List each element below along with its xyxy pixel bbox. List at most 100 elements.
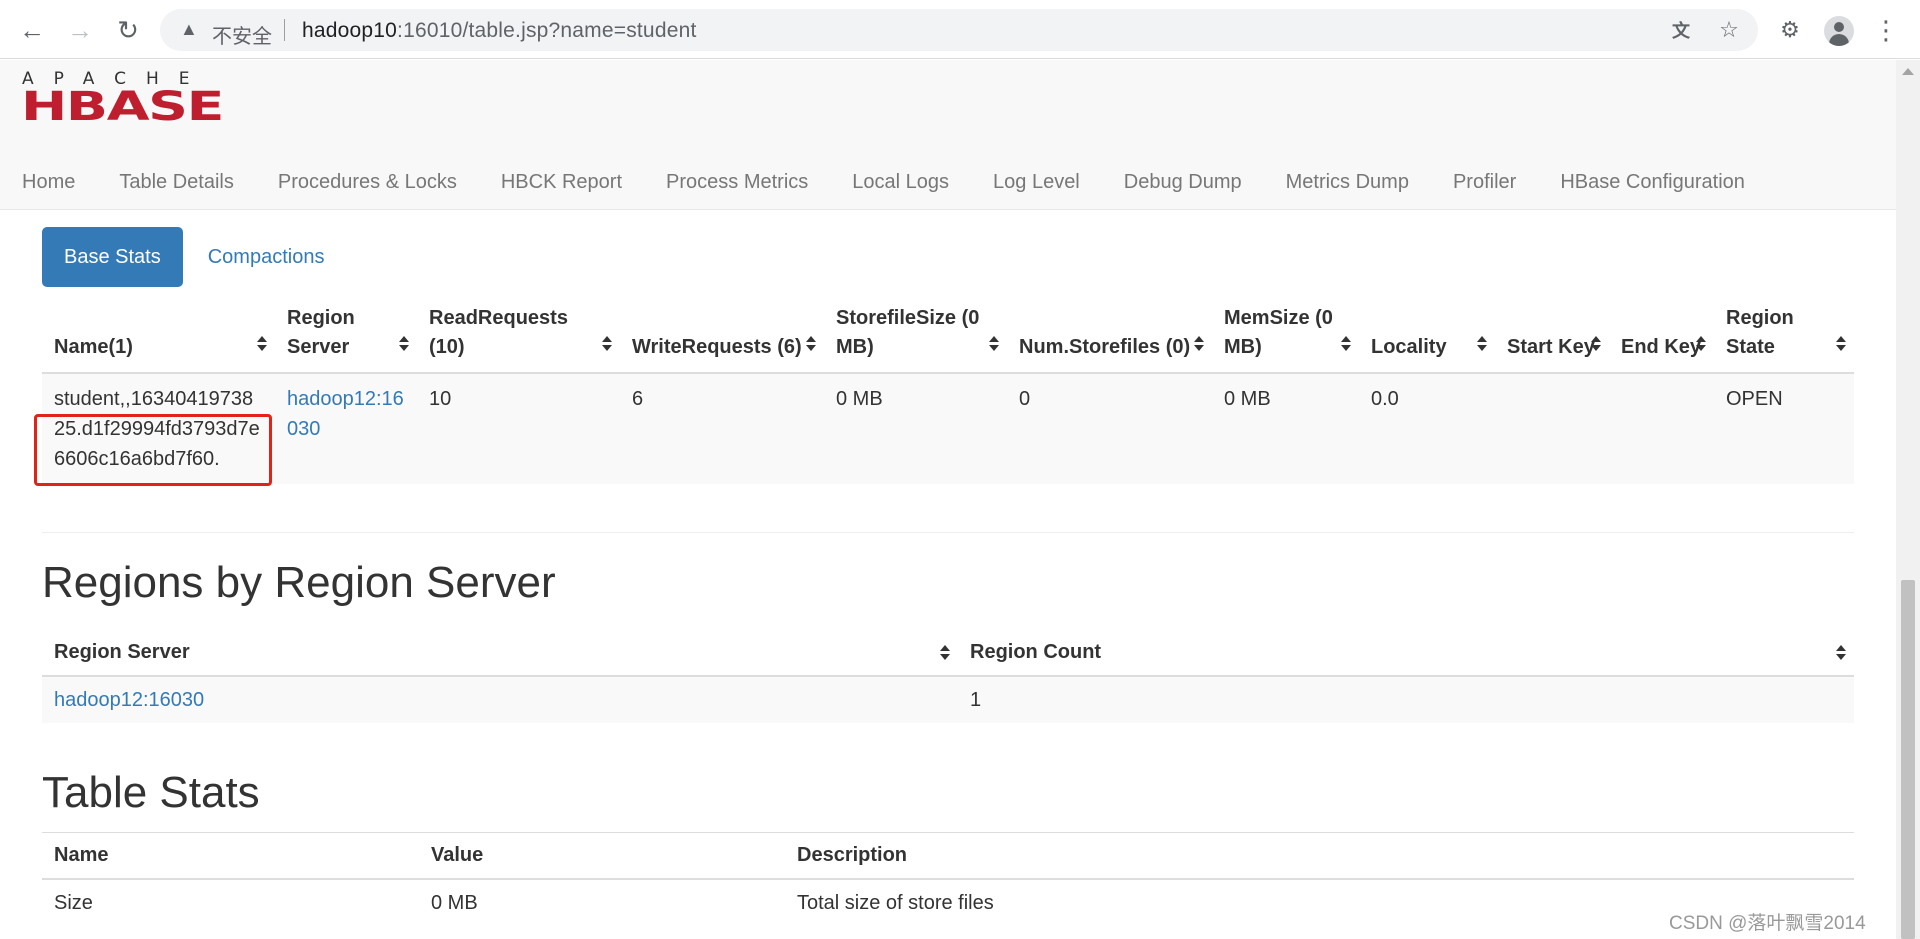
col-memsize[interactable]: MemSize (0 MB): [1212, 294, 1359, 374]
sort-icon: [1341, 336, 1351, 352]
col-name[interactable]: Name(1): [42, 294, 275, 374]
col-region-server-label: Region Server: [287, 307, 355, 358]
col-end-key-label: End Key: [1621, 336, 1702, 358]
nav-debug-dump[interactable]: Debug Dump: [1102, 158, 1264, 206]
sort-icon: [1194, 336, 1204, 352]
storefile-size-cell: 0 MB: [824, 373, 1007, 484]
col-storefile-size[interactable]: StorefileSize (0 MB): [824, 294, 1007, 374]
scrollbar-thumb[interactable]: [1901, 580, 1915, 939]
regions-by-server-heading: Regions by Region Server: [42, 558, 556, 607]
rbs-server-cell: hadoop12:16030: [42, 676, 958, 723]
table-row: hadoop12:16030 1: [42, 676, 1854, 723]
nav-process-metrics[interactable]: Process Metrics: [644, 158, 830, 206]
col-region-count[interactable]: Region Count: [958, 630, 1854, 677]
col-memsize-label: MemSize (0 MB): [1224, 307, 1333, 358]
tab-compactions[interactable]: Compactions: [183, 227, 350, 287]
sort-icon: [1696, 336, 1706, 352]
sort-icon: [1836, 336, 1846, 352]
end-key-cell: [1609, 373, 1714, 484]
col-locality[interactable]: Locality: [1359, 294, 1495, 374]
forward-arrow-icon[interactable]: →: [60, 10, 100, 50]
region-server-cell: hadoop12:16030: [275, 373, 417, 484]
col-region-server[interactable]: Region Server: [275, 294, 417, 374]
col-rbs-region-server-label: Region Server: [54, 641, 190, 663]
stat-name-cell: Size: [42, 879, 419, 928]
sort-icon: [1836, 645, 1846, 661]
sort-icon: [399, 336, 409, 352]
address-separator: [284, 19, 285, 41]
col-num-storefiles[interactable]: Num.Storefiles (0): [1007, 294, 1212, 374]
col-start-key[interactable]: Start Key: [1495, 294, 1609, 374]
menu-kebab-icon[interactable]: ⋮: [1866, 10, 1906, 50]
logo-hbase-text: HBASE: [22, 84, 223, 124]
read-requests-cell: 10: [417, 373, 620, 484]
col-stat-value: Value: [419, 832, 785, 880]
col-start-key-label: Start Key: [1507, 336, 1595, 358]
address-bar[interactable]: ▲ 不安全 hadoop10:16010/table.jsp?name=stud…: [160, 9, 1758, 51]
hbase-logo[interactable]: APACHE HBASE: [22, 68, 224, 124]
nav-procedures-locks[interactable]: Procedures & Locks: [256, 158, 479, 206]
col-region-count-label: Region Count: [970, 641, 1102, 663]
page-scrollbar[interactable]: [1896, 60, 1920, 939]
locality-cell: 0.0: [1359, 373, 1495, 484]
table-row: Size 0 MB Total size of store files: [42, 879, 1854, 928]
nav-local-logs[interactable]: Local Logs: [830, 158, 971, 206]
col-region-state-label: Region State: [1726, 307, 1794, 358]
reload-icon[interactable]: ↻: [108, 10, 148, 50]
write-requests-cell: 6: [620, 373, 824, 484]
stat-value-cell: 0 MB: [419, 879, 785, 928]
col-rbs-region-server[interactable]: Region Server: [42, 630, 958, 677]
col-stat-description: Description: [785, 832, 1854, 880]
rbs-server-link[interactable]: hadoop12:16030: [54, 689, 204, 711]
region-server-link[interactable]: hadoop12:16030: [287, 388, 404, 440]
sort-icon: [1477, 336, 1487, 352]
col-write-requests[interactable]: WriteRequests (6): [620, 294, 824, 374]
scroll-up-arrow-icon[interactable]: [1902, 68, 1914, 75]
translate-icon[interactable]: 文: [1668, 17, 1694, 43]
browser-toolbar: ← → ↻ ▲ 不安全 hadoop10:16010/table.jsp?nam…: [0, 0, 1920, 59]
csdn-watermark: CSDN @落叶飘雪2014: [1669, 913, 1866, 934]
col-end-key[interactable]: End Key: [1609, 294, 1714, 374]
col-region-state[interactable]: Region State: [1714, 294, 1854, 374]
hbase-navbar: APACHE HBASE Home Table Details Procedur…: [0, 60, 1896, 210]
annotation-highlight-box: [34, 414, 272, 486]
extensions-puzzle-icon[interactable]: ⚙: [1770, 10, 1810, 50]
col-read-requests-label: ReadRequests (10): [429, 307, 568, 358]
nav-metrics-dump[interactable]: Metrics Dump: [1264, 158, 1431, 206]
regions-by-server-table: Region Server Region Count hadoop12:1603…: [42, 630, 1854, 723]
memsize-cell: 0 MB: [1212, 373, 1359, 484]
col-num-storefiles-label: Num.Storefiles (0): [1019, 336, 1191, 358]
col-write-requests-label: WriteRequests (6): [632, 336, 802, 358]
region-state-cell: OPEN: [1714, 373, 1854, 484]
table-stats-heading: Table Stats: [42, 768, 260, 817]
nav-hbase-configuration[interactable]: HBase Configuration: [1538, 158, 1767, 206]
col-name-label: Name(1): [54, 336, 133, 358]
start-key-cell: [1495, 373, 1609, 484]
table-row: student,,1634041973825.d1f29994fd3793d7e…: [42, 373, 1854, 484]
url-path: :16010/table.jsp?name=student: [397, 19, 697, 42]
sort-icon: [1591, 336, 1601, 352]
nav-home[interactable]: Home: [0, 158, 97, 206]
nav-profiler[interactable]: Profiler: [1431, 158, 1538, 206]
sort-icon: [989, 336, 999, 352]
nav-log-level[interactable]: Log Level: [971, 158, 1102, 206]
rbs-count-cell: 1: [958, 676, 1854, 723]
bookmark-star-icon[interactable]: ☆: [1716, 17, 1742, 43]
nav-hbck-report[interactable]: HBCK Report: [479, 158, 644, 206]
col-read-requests[interactable]: ReadRequests (10): [417, 294, 620, 374]
back-arrow-icon[interactable]: ←: [12, 10, 52, 50]
sort-icon: [806, 336, 816, 352]
num-storefiles-cell: 0: [1007, 373, 1212, 484]
col-locality-label: Locality: [1371, 336, 1447, 358]
region-tabs: Base Stats Compactions: [42, 227, 349, 287]
table-stats-table: Name Value Description Size 0 MB Total s…: [42, 832, 1854, 928]
col-stat-name: Name: [42, 832, 419, 880]
sort-icon: [602, 336, 612, 352]
profile-avatar-icon[interactable]: [1824, 16, 1854, 46]
tab-base-stats[interactable]: Base Stats: [42, 227, 183, 287]
url-host: hadoop10: [302, 19, 398, 42]
url-text[interactable]: hadoop10:16010/table.jsp?name=student: [302, 19, 697, 43]
sort-icon: [940, 645, 950, 661]
nav-table-details[interactable]: Table Details: [97, 158, 256, 206]
regions-table: Name(1) Region Server ReadRequests (10) …: [42, 294, 1854, 484]
